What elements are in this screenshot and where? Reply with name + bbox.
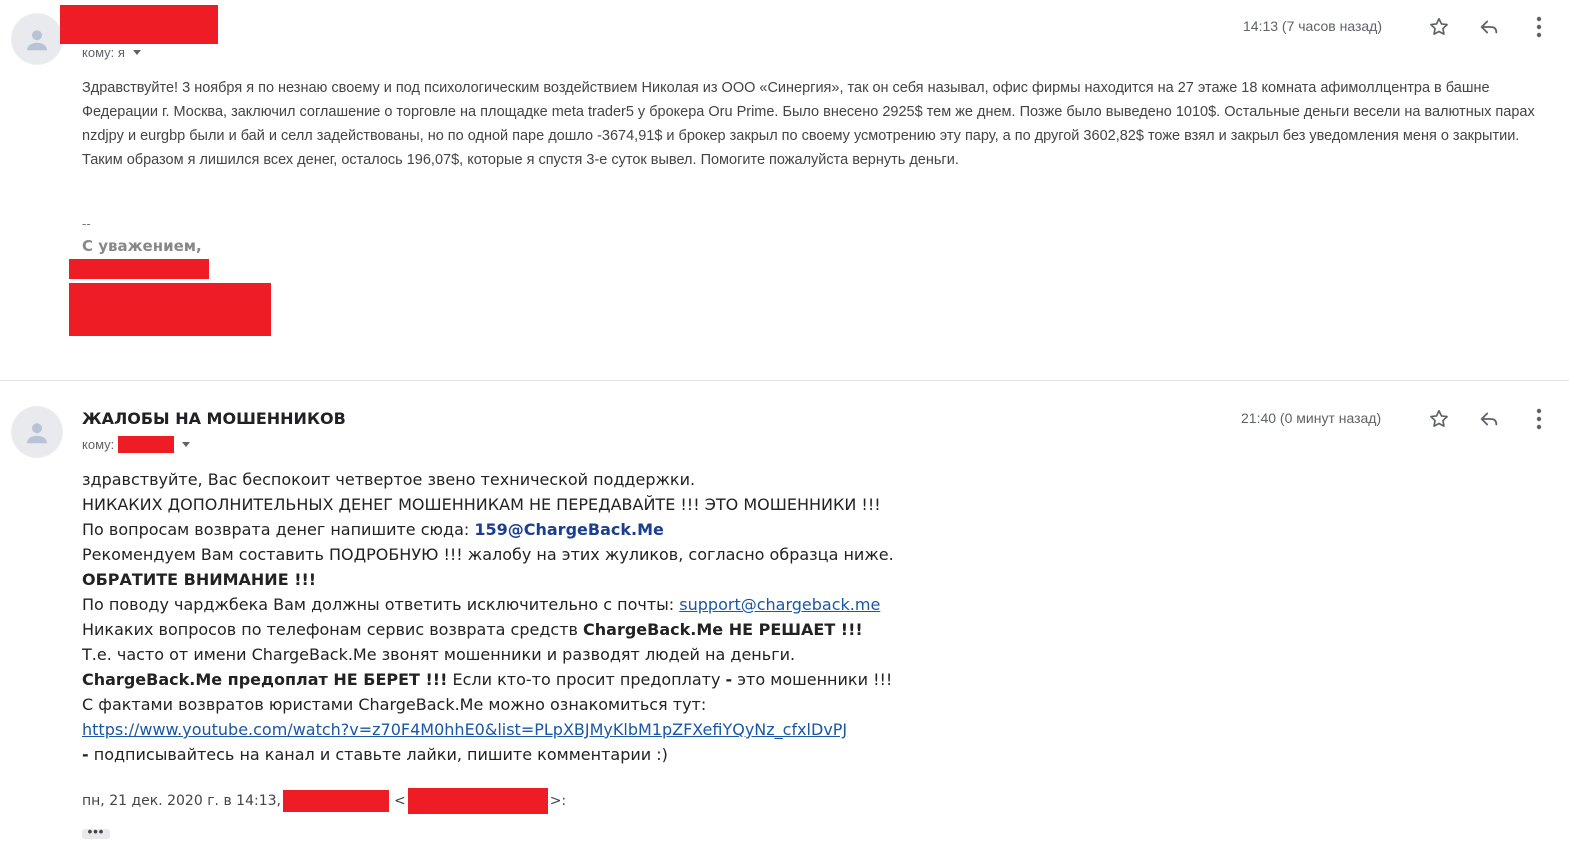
more-vert-icon	[1536, 16, 1542, 38]
reply-button[interactable]	[1476, 14, 1502, 40]
body-line: https://www.youtube.com/watch?v=z70F4M0h…	[82, 717, 1382, 742]
recipients-toggle[interactable]: кому: я	[82, 44, 141, 60]
body-line: По поводу чарджбека Вам должны ответить …	[82, 592, 1382, 617]
redacted-sender-name	[60, 5, 218, 44]
body-text: Никаких вопросов по телефонам сервис воз…	[82, 620, 584, 639]
body-line: ОБРАТИТЕ ВНИМАНИЕ !!!	[82, 570, 317, 589]
body-line: здравствуйте, Вас беспокоит четвертое зв…	[82, 470, 696, 489]
body-line: НИКАКИХ ДОПОЛНИТЕЛЬНЫХ ДЕНЕГ МОШЕННИКАМ …	[82, 495, 881, 514]
quote-bracket-close: >:	[549, 793, 567, 809]
contact-email[interactable]: 159@ChargeBack.Me	[474, 520, 664, 539]
body-line: Т.е. часто от имени ChargeBack.Me звонят…	[82, 645, 796, 664]
redacted-quoted-email	[407, 788, 548, 814]
to-label: кому: я	[82, 44, 125, 60]
sender-avatar[interactable]	[11, 406, 63, 458]
reply-button[interactable]	[1476, 406, 1502, 432]
person-avatar-icon	[27, 30, 47, 51]
quote-bracket-open: <	[393, 793, 406, 809]
to-label: кому:	[82, 436, 115, 452]
star-icon	[1430, 17, 1448, 35]
body-text: Если кто-то просит предоплату	[447, 670, 726, 689]
message-time: 14:13 (7 часов назад)	[1243, 18, 1383, 34]
star-button[interactable]	[1426, 406, 1452, 432]
star-icon	[1430, 409, 1448, 427]
body-bold-text: ChargeBack.Me НЕ РЕШАЕТ !!!	[583, 620, 863, 639]
body-line: Рекомендуем Вам составить ПОДРОБНУЮ !!! …	[82, 545, 894, 564]
body-text: подписывайтесь на канал и ставьте лайки,…	[88, 745, 668, 764]
chevron-down-icon	[132, 49, 141, 55]
more-button[interactable]	[1526, 406, 1552, 432]
signature-greeting: С уважением,	[82, 237, 202, 255]
redacted-recipient	[118, 435, 175, 453]
sender-name[interactable]: ЖАЛОБЫ НА МОШЕННИКОВ	[82, 409, 346, 428]
body-line: По вопросам возврата денег напишите сюда…	[82, 517, 1382, 542]
reply-icon	[1480, 20, 1498, 34]
message-body: Здравствуйте! 3 ноября я по незнаю своем…	[82, 80, 1535, 168]
more-vert-icon	[1536, 408, 1542, 430]
redacted-quoted-sender	[282, 790, 389, 812]
body-line: Никаких вопросов по телефонам сервис воз…	[82, 617, 1382, 642]
body-line: ChargeBack.Me предоплат НЕ БЕРЕТ !!! Есл…	[82, 667, 1382, 692]
star-button[interactable]	[1426, 14, 1452, 40]
message-divider	[0, 380, 1569, 381]
body-line: - подписывайтесь на канал и ставьте лайк…	[82, 742, 1382, 767]
chevron-down-icon	[182, 441, 191, 447]
youtube-link[interactable]: https://www.youtube.com/watch?v=z70F4M0h…	[82, 720, 847, 739]
quoted-header: пн, 21 дек. 2020 г. в 14:13, < >:	[82, 788, 566, 814]
body-text: По вопросам возврата денег напишите сюда…	[82, 520, 475, 539]
body-line: С фактами возвратов юристами ChargeBack.…	[82, 695, 707, 714]
show-trimmed-content-button[interactable]: •••	[82, 825, 110, 839]
body-bold-text: ChargeBack.Me предоплат НЕ БЕРЕТ !!!	[82, 670, 448, 689]
person-avatar-icon	[27, 423, 47, 444]
body-text: это мошенники !!!	[732, 670, 893, 689]
signature-separator: --	[82, 216, 91, 231]
reply-icon	[1480, 412, 1498, 426]
body-text: По поводу чарджбека Вам должны ответить …	[82, 595, 680, 614]
redacted-signature-name	[69, 259, 209, 279]
more-button[interactable]	[1526, 14, 1552, 40]
support-email-link[interactable]: support@chargeback.me	[679, 595, 880, 614]
recipients-toggle[interactable]: кому:	[82, 435, 191, 453]
message-time: 21:40 (0 минут назад)	[1241, 410, 1382, 426]
sender-avatar[interactable]	[11, 13, 63, 65]
redacted-signature-details	[69, 283, 271, 336]
body-bold-text: -	[82, 745, 89, 764]
message-body: здравствуйте, Вас беспокоит четвертое зв…	[82, 467, 1382, 767]
quote-date: пн, 21 дек. 2020 г. в 14:13,	[82, 793, 281, 809]
